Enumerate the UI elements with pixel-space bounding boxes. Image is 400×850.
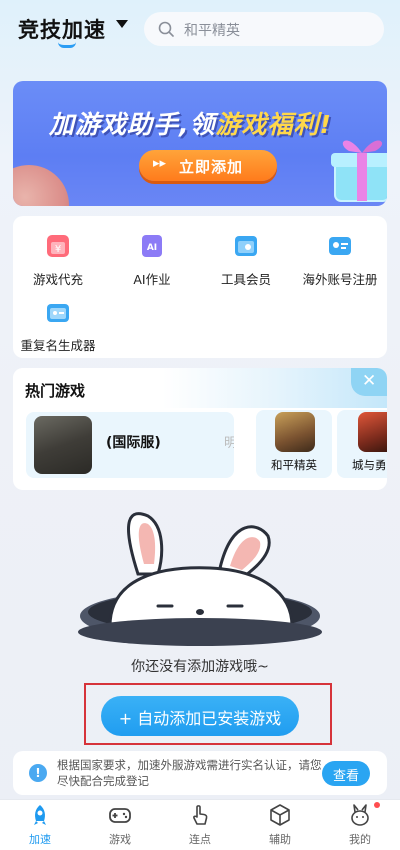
- banner-stripe: [13, 81, 46, 91]
- nav-label: 我的: [349, 833, 371, 846]
- tool-label: 海外账号注册: [302, 272, 378, 287]
- tool-name-generator[interactable]: 重复名生成器: [13, 298, 103, 362]
- nav-item-accelerate[interactable]: 加速: [0, 800, 80, 850]
- hot-games-title: 热门游戏: [25, 382, 86, 400]
- gamepad-icon: [109, 808, 131, 823]
- banner-headline-part1: 加游戏助手,领: [49, 110, 216, 139]
- double-arrow-icon: ▸▸: [153, 156, 167, 171]
- nav-label: 辅助: [269, 833, 291, 846]
- rabbit-face-icon: [351, 804, 369, 826]
- tool-label: AI作业: [133, 272, 171, 287]
- game-label: 和平精英: [271, 458, 317, 472]
- rabbit-card-icon: [47, 304, 69, 322]
- view-button-label: 查看: [332, 769, 359, 784]
- nav-label: 连点: [189, 833, 211, 846]
- rabbit-illustration: [78, 512, 322, 646]
- banner-headline: 加游戏助手,领游戏福利!: [49, 105, 332, 141]
- notice-text: 根据国家要求，加速外服游戏需进行实名认证，请您尽快配合完成登记: [57, 758, 322, 788]
- game-label: 城与勇士: [352, 458, 387, 472]
- auto-add-games-label: + 自动添加已安装游戏: [118, 709, 282, 728]
- search-icon: [158, 21, 174, 37]
- promo-banner[interactable]: 加游戏助手,领游戏福利! ▸▸ 立即添加: [13, 81, 387, 206]
- empty-message: 你还没有添加游戏哦~: [131, 659, 269, 675]
- yen-card-icon: ¥: [47, 235, 69, 257]
- caret-down-icon[interactable]: [116, 20, 128, 28]
- nav-item-assist[interactable]: 辅助: [240, 800, 320, 850]
- svg-text:¥: ¥: [55, 244, 61, 255]
- add-now-label: 立即添加: [179, 158, 244, 176]
- wrench-member-icon: [235, 236, 257, 256]
- tool-overseas-account[interactable]: 海外账号注册: [295, 232, 385, 296]
- gift-box-icon: [331, 140, 387, 202]
- top-header: 竞技加速 和平精英: [0, 0, 400, 60]
- app-title[interactable]: 竞技加速: [18, 14, 106, 44]
- close-icon: ✕: [362, 371, 377, 391]
- tool-label: 游戏代充: [32, 272, 83, 287]
- banner-headline-part2: 游戏福利!: [215, 110, 332, 139]
- game-label: (国际服): [106, 435, 161, 451]
- nav-item-mine[interactable]: 我的: [320, 800, 400, 850]
- bottom-nav: 加速 游戏 连点 辅助 我的: [0, 799, 400, 850]
- rocket-icon: [34, 805, 46, 825]
- ai-doc-icon: AI: [142, 235, 162, 257]
- nav-label: 加速: [29, 833, 51, 846]
- tool-label: 工具会员: [220, 272, 271, 287]
- game-item[interactable]: 城与勇士: [337, 410, 387, 478]
- svg-text:AI: AI: [147, 243, 157, 253]
- notification-dot: [374, 802, 380, 808]
- tools-card: ¥ 游戏代充 AI AI作业 工具会员 海外账号注册 重复名生成器: [13, 216, 387, 358]
- nav-item-autoclick[interactable]: 连点: [160, 800, 240, 850]
- game-item[interactable]: 和平精英: [256, 410, 332, 478]
- view-button[interactable]: 查看: [322, 761, 370, 786]
- game-thumbnail: [34, 416, 92, 474]
- game-thumbnail: [358, 412, 387, 452]
- info-icon: !: [29, 764, 47, 782]
- tool-ai-homework[interactable]: AI AI作业: [107, 232, 197, 296]
- tool-label: 重复名生成器: [20, 338, 96, 353]
- hot-games-card: 热门游戏 ✕ (国际服) 明 和平精英 城与勇士: [13, 368, 387, 490]
- add-now-button[interactable]: ▸▸ 立即添加: [139, 150, 277, 181]
- tap-hand-icon: [193, 805, 208, 825]
- title-underline: [58, 42, 76, 48]
- game-thumbnail: [275, 412, 315, 452]
- close-button[interactable]: ✕: [351, 368, 387, 396]
- id-card-icon: [329, 237, 351, 255]
- game-label-truncated: 明: [224, 436, 234, 451]
- nav-label: 游戏: [109, 833, 131, 846]
- real-name-notice: ! 根据国家要求，加速外服游戏需进行实名认证，请您尽快配合完成登记 查看: [13, 751, 387, 795]
- coin-decoration: [13, 165, 69, 206]
- search-placeholder: 和平精英: [184, 23, 240, 39]
- search-input[interactable]: 和平精英: [144, 12, 384, 46]
- tool-game-recharge[interactable]: ¥ 游戏代充: [13, 232, 103, 296]
- tool-member[interactable]: 工具会员: [201, 232, 291, 296]
- cube-icon: [270, 804, 290, 826]
- nav-item-games[interactable]: 游戏: [80, 800, 160, 850]
- auto-add-games-button[interactable]: + 自动添加已安装游戏: [101, 696, 299, 736]
- game-item-featured[interactable]: (国际服) 明: [26, 412, 234, 478]
